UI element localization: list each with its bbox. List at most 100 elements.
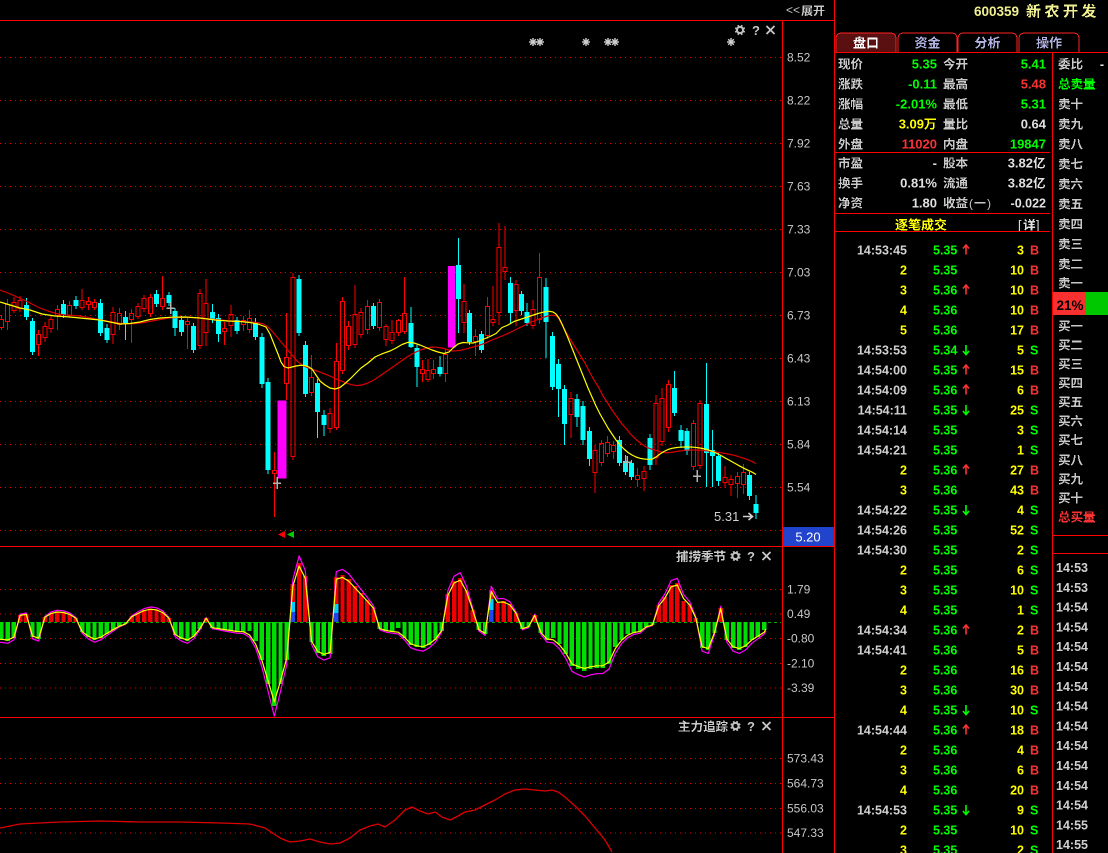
svg-text:2: 2 (900, 564, 907, 578)
svg-text:-0.80: -0.80 (787, 632, 815, 646)
svg-text:3: 3 (900, 484, 907, 498)
svg-text:556.03: 556.03 (787, 802, 824, 816)
svg-text:5.36: 5.36 (933, 304, 957, 318)
svg-text:B: B (1030, 464, 1039, 478)
svg-text:14:54: 14:54 (1056, 700, 1088, 714)
svg-text:3: 3 (1017, 424, 1024, 438)
svg-text:-0.11: -0.11 (908, 77, 937, 92)
svg-text:5.35: 5.35 (933, 584, 957, 598)
svg-text:5.36: 5.36 (933, 684, 957, 698)
svg-text:10: 10 (1010, 824, 1024, 838)
svg-text:5.35: 5.35 (933, 604, 957, 618)
svg-text:1: 1 (1017, 604, 1024, 618)
svg-text:B: B (1030, 364, 1039, 378)
svg-text:14:54:22: 14:54:22 (857, 504, 907, 518)
svg-text:14:54:53: 14:54:53 (857, 804, 907, 818)
svg-text:15: 15 (1010, 364, 1024, 378)
svg-text:S: S (1030, 824, 1038, 838)
svg-text:B: B (1030, 484, 1039, 498)
svg-text:27: 27 (1010, 464, 1024, 478)
svg-text:5.84: 5.84 (787, 438, 811, 452)
svg-text:5.20: 5.20 (795, 530, 820, 545)
svg-text:B: B (1030, 684, 1039, 698)
svg-text:5.35: 5.35 (933, 244, 957, 258)
svg-text:14:54:11: 14:54:11 (858, 404, 907, 418)
svg-text:5.35: 5.35 (933, 704, 957, 718)
svg-text:4: 4 (1017, 504, 1024, 518)
svg-text:14:53: 14:53 (1056, 561, 1088, 575)
svg-text:-: - (933, 156, 937, 171)
svg-text:3: 3 (1017, 244, 1024, 258)
svg-text:14:54: 14:54 (1056, 739, 1088, 753)
svg-text:6: 6 (1017, 764, 1024, 778)
svg-text:5.35: 5.35 (912, 57, 937, 72)
svg-text:3.82: 3.82 (1008, 156, 1033, 171)
svg-text:5.35: 5.35 (933, 844, 957, 853)
svg-text:2: 2 (1017, 624, 1024, 638)
svg-text:B: B (1030, 284, 1039, 298)
svg-text:B: B (1030, 624, 1039, 638)
svg-text:B: B (1030, 764, 1039, 778)
svg-text:S: S (1030, 704, 1038, 718)
svg-text:S: S (1030, 844, 1038, 853)
svg-text:17: 17 (1010, 324, 1024, 338)
svg-text:2: 2 (1017, 844, 1024, 853)
svg-text:5.36: 5.36 (933, 624, 957, 638)
svg-text:3: 3 (900, 584, 907, 598)
svg-text:B: B (1030, 384, 1039, 398)
svg-text:14:54:44: 14:54:44 (857, 724, 907, 738)
svg-text:5.35: 5.35 (933, 524, 957, 538)
svg-text:10: 10 (1010, 284, 1024, 298)
svg-text:14:55: 14:55 (1056, 818, 1088, 832)
svg-text:6.43: 6.43 (787, 352, 811, 366)
svg-text:B: B (1030, 644, 1039, 658)
svg-text:5.35: 5.35 (933, 504, 957, 518)
svg-text:-2.01%: -2.01% (896, 97, 938, 112)
svg-text:5.31: 5.31 (714, 509, 739, 524)
svg-text:52: 52 (1010, 524, 1024, 538)
svg-text:5.35: 5.35 (933, 424, 957, 438)
svg-text:43: 43 (1010, 484, 1024, 498)
svg-text:): ) (987, 197, 991, 211)
svg-text:5.35: 5.35 (933, 824, 957, 838)
svg-text:600359: 600359 (974, 4, 1019, 19)
svg-text:5.36: 5.36 (933, 744, 957, 758)
svg-text:5.34: 5.34 (933, 344, 957, 358)
svg-text:20: 20 (1010, 784, 1024, 798)
svg-text:7.63: 7.63 (787, 180, 811, 194)
svg-text:S: S (1030, 424, 1038, 438)
svg-text:14:54:14: 14:54:14 (857, 424, 907, 438)
svg-text:5.35: 5.35 (933, 364, 957, 378)
svg-text:14:54: 14:54 (1056, 759, 1088, 773)
svg-text:14:54:41: 14:54:41 (857, 644, 907, 658)
svg-text:5.35: 5.35 (933, 804, 957, 818)
svg-text:14:53: 14:53 (1056, 581, 1088, 595)
svg-text:5.35: 5.35 (933, 544, 957, 558)
svg-text:14:54: 14:54 (1056, 660, 1088, 674)
svg-text:14:54: 14:54 (1056, 601, 1088, 615)
svg-text:14:54: 14:54 (1056, 680, 1088, 694)
svg-text:1.80: 1.80 (912, 196, 937, 211)
svg-text:B: B (1030, 244, 1039, 258)
svg-text:14:54:00: 14:54:00 (857, 364, 907, 378)
svg-text:5.48: 5.48 (1021, 77, 1046, 92)
svg-text:-: - (1100, 58, 1104, 72)
svg-text:6: 6 (1017, 564, 1024, 578)
svg-text:4: 4 (900, 704, 907, 718)
svg-text:14:54: 14:54 (1056, 799, 1088, 813)
svg-text:1.79: 1.79 (787, 583, 811, 597)
svg-text:S: S (1030, 584, 1038, 598)
svg-text:10: 10 (1010, 264, 1024, 278)
svg-text:6.13: 6.13 (787, 395, 811, 409)
svg-text:6: 6 (1017, 384, 1024, 398)
svg-text:14:54:26: 14:54:26 (857, 524, 907, 538)
svg-text:0.64: 0.64 (1021, 117, 1047, 132)
svg-text:5.36: 5.36 (933, 784, 957, 798)
svg-text:5.36: 5.36 (933, 764, 957, 778)
svg-text:5.36: 5.36 (933, 324, 957, 338)
svg-text:11020: 11020 (902, 137, 937, 152)
svg-text:8.52: 8.52 (787, 51, 811, 65)
svg-text:?: ? (752, 23, 760, 38)
svg-text:573.43: 573.43 (787, 752, 824, 766)
svg-text:5.36: 5.36 (933, 724, 957, 738)
